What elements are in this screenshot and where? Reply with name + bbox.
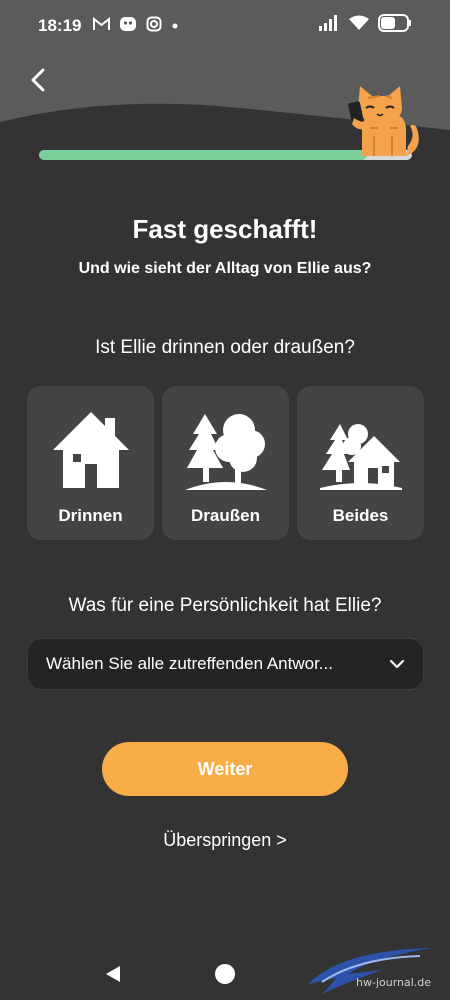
personality-select[interactable]: Wählen Sie alle zutreffenden Antwor... xyxy=(27,638,424,690)
wifi-icon xyxy=(348,15,370,36)
skip-link[interactable]: Überspringen > xyxy=(0,830,450,851)
status-time: 18:19 xyxy=(38,16,82,35)
nav-home-button[interactable] xyxy=(215,964,235,984)
option-drinnen[interactable]: Drinnen xyxy=(27,386,154,540)
battery-icon xyxy=(378,14,412,37)
trees-icon xyxy=(184,414,267,490)
option-beides[interactable]: Beides xyxy=(297,386,424,540)
chevron-down-icon xyxy=(389,659,405,669)
watermark-text: hw-journal.de xyxy=(356,976,432,989)
nav-back-button[interactable] xyxy=(104,965,122,988)
cat-with-phone-icon xyxy=(348,86,419,156)
app-icon xyxy=(119,16,137,37)
personality-question: Was für eine Persönlichkeit hat Ellie? xyxy=(68,595,382,616)
gmail-icon xyxy=(93,16,111,36)
option-label: Draußen xyxy=(191,506,260,525)
instagram-icon xyxy=(146,16,162,37)
option-label: Drinnen xyxy=(58,506,123,525)
status-bar: 18:19 xyxy=(0,0,450,52)
environment-question: Ist Ellie drinnen oder draußen? xyxy=(95,337,355,358)
option-draussen[interactable]: Draußen xyxy=(162,386,289,540)
personality-select-value: Wählen Sie alle zutreffenden Antwor... xyxy=(46,654,333,673)
back-button[interactable] xyxy=(20,62,56,98)
triangle-left-icon xyxy=(106,966,120,982)
house-icon xyxy=(52,412,129,488)
chevron-left-icon xyxy=(31,68,45,92)
dot-icon xyxy=(171,17,179,35)
environment-options: Drinnen Draußen Beides xyxy=(27,386,424,540)
house-trees-icon xyxy=(319,424,402,490)
page-subtitle: Und wie sieht der Alltag von Ellie aus? xyxy=(78,260,372,277)
page-title: Fast geschafft! xyxy=(132,214,318,244)
option-label: Beides xyxy=(332,506,389,525)
progress-fill xyxy=(39,150,368,160)
continue-button[interactable]: Weiter xyxy=(102,742,348,796)
signal-icon xyxy=(318,15,340,36)
